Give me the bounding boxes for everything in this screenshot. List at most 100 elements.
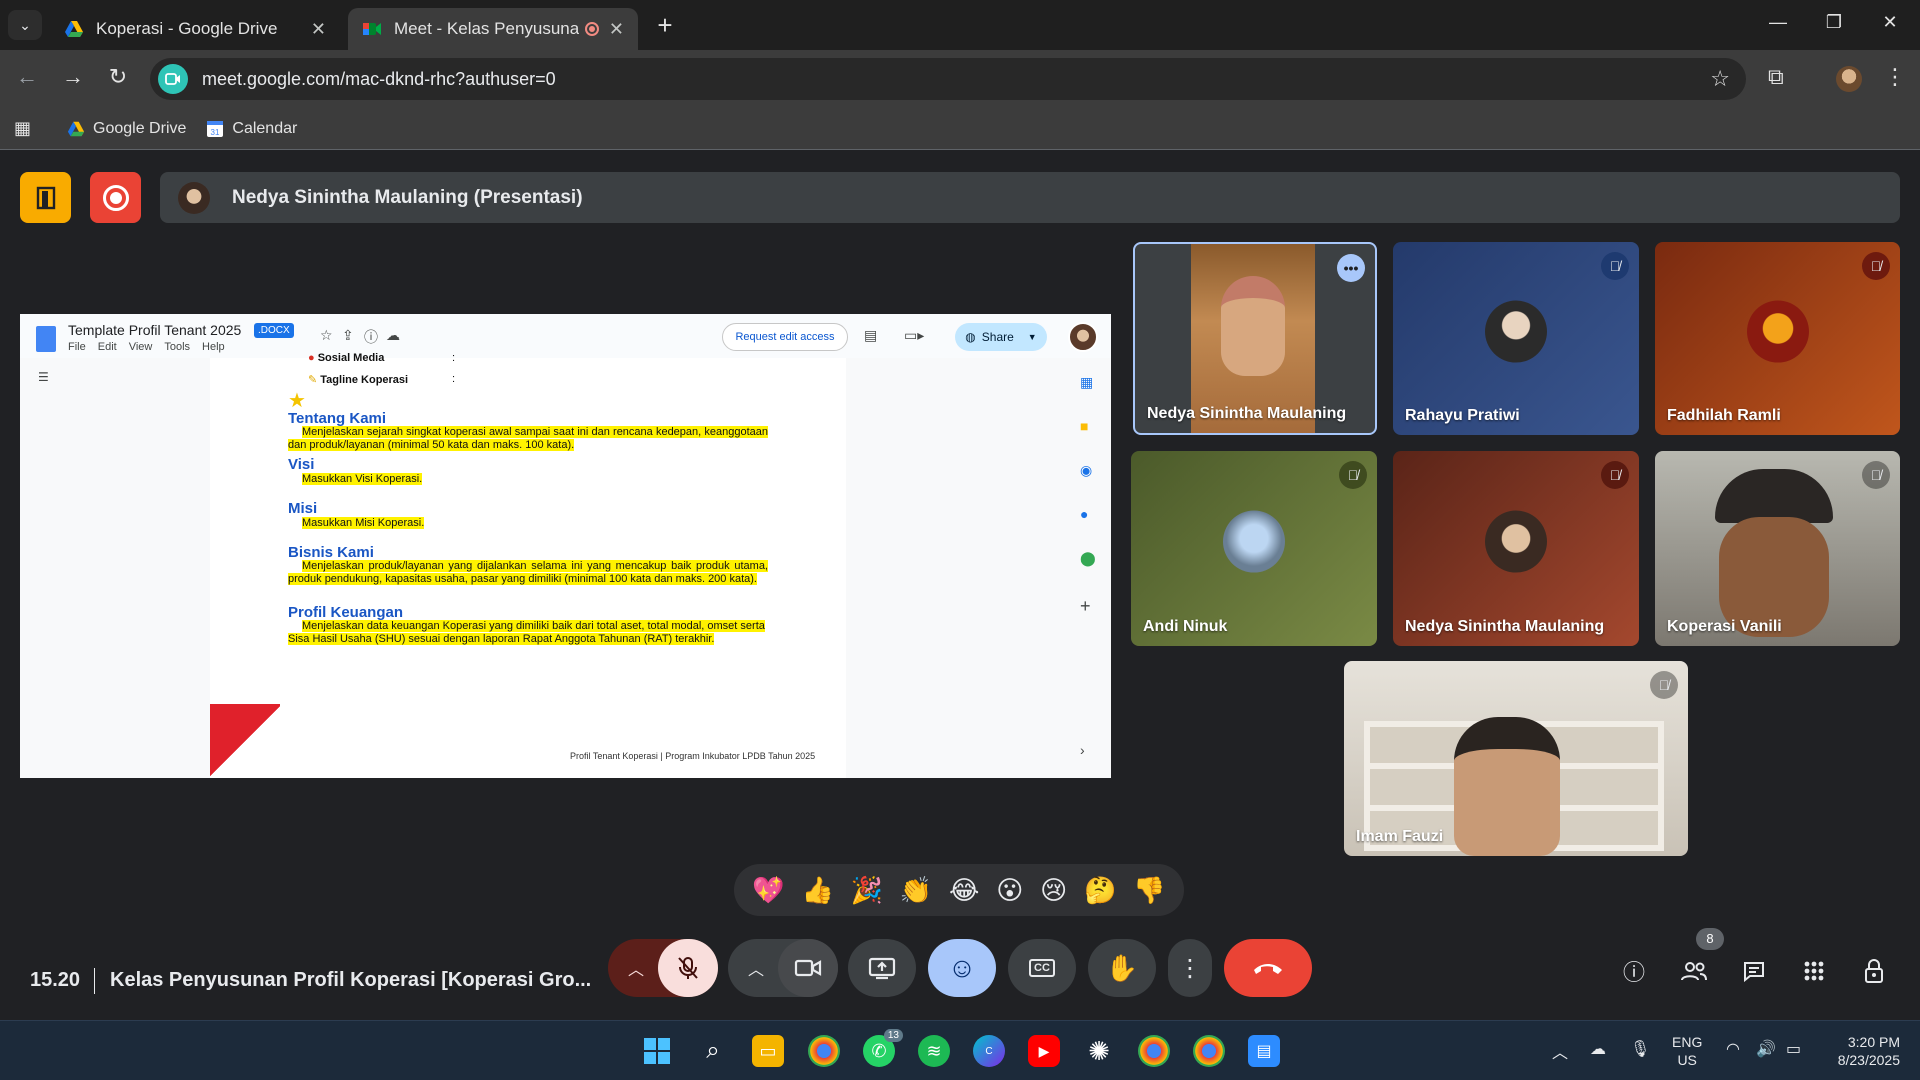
chrome-profile-2-icon[interactable] — [1193, 1035, 1225, 1067]
reaction-surprised[interactable]: 😮 — [996, 875, 1023, 906]
raise-hand-button[interactable]: ✋ — [1088, 939, 1156, 997]
body-tentang-kami: Menjelaskan sejarah singkat koperasi awa… — [288, 426, 768, 452]
restore-icon[interactable]: ❐ — [1814, 12, 1854, 33]
input-language-indicator[interactable]: ENG US — [1672, 1033, 1702, 1069]
participant-tile[interactable]: 🎙̸ Imam Fauzi — [1344, 661, 1688, 856]
participant-name: Rahayu Pratiwi — [1405, 407, 1520, 424]
canva-icon[interactable]: C — [973, 1035, 1005, 1067]
language-code: ENG — [1672, 1034, 1703, 1050]
doc-footer: Profil Tenant Koperasi | Program Inkubat… — [570, 751, 816, 761]
close-tab-icon[interactable]: ✕ — [609, 19, 624, 40]
reaction-laughing[interactable]: 😂 — [949, 875, 979, 906]
more-options-icon[interactable]: ••• — [1337, 254, 1365, 282]
participant-avatar — [1746, 300, 1809, 363]
meeting-details-icon[interactable]: ⓘ — [1617, 954, 1651, 988]
smiley-icon: ☺ — [947, 952, 977, 983]
address-bar[interactable]: meet.google.com/mac-dknd-rhc?authuser=0 … — [150, 58, 1746, 100]
bookmark-calendar[interactable]: 31 Calendar — [206, 120, 297, 138]
microphone-toggle-button[interactable] — [658, 939, 718, 997]
bookmarks-bar: ▦ Google Drive 31 Calendar — [0, 108, 1920, 150]
participant-tile[interactable]: 🎙̸ Rahayu Pratiwi — [1393, 242, 1639, 435]
bookmark-label: Google Drive — [93, 119, 187, 137]
recording-button[interactable] — [90, 172, 141, 223]
svg-text:31: 31 — [211, 128, 220, 137]
chrome-profile-icon[interactable] — [1138, 1035, 1170, 1067]
whatsapp-icon[interactable]: ✆ 13 — [863, 1029, 903, 1067]
tab-google-drive[interactable]: Koperasi - Google Drive ✕ — [50, 8, 340, 50]
audio-options-chevron-icon[interactable]: ︿ — [628, 956, 644, 980]
wifi-icon[interactable]: ◠ — [1726, 1039, 1740, 1059]
leave-call-button[interactable] — [1224, 939, 1312, 997]
extensions-icon[interactable]: ⧉ — [1768, 64, 1784, 90]
closed-captions-icon: CC — [1029, 959, 1055, 977]
spotify-icon[interactable]: ≋ — [918, 1035, 950, 1067]
doc-margin: ☰ — [20, 358, 210, 778]
tab-list-button[interactable]: ⌄ — [8, 10, 42, 40]
participant-tile[interactable]: 🎙̸ Andi Ninuk — [1131, 451, 1377, 646]
forward-icon[interactable]: → — [58, 64, 88, 90]
reaction-party-popper[interactable]: 🎉 — [851, 875, 883, 906]
onedrive-offline-icon[interactable]: ☁ — [1590, 1039, 1606, 1059]
participant-tile[interactable]: 🎙̸ Koperasi Vanili — [1655, 451, 1900, 646]
new-tab-button[interactable]: + — [650, 10, 680, 40]
chat-icon[interactable] — [1737, 954, 1771, 988]
apps-grid-icon[interactable]: ▦ — [14, 118, 31, 139]
close-tab-icon[interactable]: ✕ — [311, 19, 326, 40]
raise-hand-icon: ✋ — [1105, 952, 1139, 983]
activities-grid-icon[interactable] — [1797, 954, 1831, 988]
reaction-clapping[interactable]: 👏 — [900, 875, 932, 906]
camera-toggle-button[interactable] — [778, 939, 838, 997]
reactions-button[interactable]: ☺ — [928, 939, 996, 997]
microphone-tray-icon[interactable]: 🎙 — [1630, 1039, 1650, 1059]
reaction-thumbs-down[interactable]: 👎 — [1133, 875, 1165, 906]
region-code: US — [1677, 1052, 1697, 1068]
system-clock[interactable]: 3:20 PM 8/23/2025 — [1822, 1033, 1900, 1069]
body-bisnis-kami: Menjelaskan produk/layanan yang dijalank… — [288, 560, 768, 586]
notepad-icon[interactable]: ▤ — [1248, 1035, 1280, 1067]
request-edit-access-button: Request edit access — [722, 323, 848, 351]
more-options-button[interactable]: ⋮ — [1168, 939, 1212, 997]
show-hidden-icons-chevron[interactable]: ︿ — [1552, 1039, 1568, 1063]
reaction-thinking[interactable]: 🤔 — [1084, 875, 1116, 906]
meeting-info-door-button[interactable] — [20, 172, 71, 223]
sosial-media-label: Sosial Media — [317, 352, 385, 364]
more-menu-icon[interactable]: ⋮ — [1884, 64, 1906, 90]
youtube-icon[interactable]: ▶ — [1028, 1035, 1060, 1067]
reaction-sparkling-heart[interactable]: 💖 — [752, 875, 784, 906]
chrome-icon[interactable] — [808, 1035, 840, 1067]
doc-menu: File Edit View Tools Help — [68, 341, 225, 353]
reload-icon[interactable]: ↻ — [103, 64, 133, 90]
record-icon — [102, 184, 129, 211]
close-window-icon[interactable]: ✕ — [1870, 12, 1910, 33]
volume-icon[interactable]: 🔊 — [1756, 1039, 1776, 1059]
participant-tile[interactable]: 🎙̸ Nedya Sinintha Maulaning — [1393, 451, 1639, 646]
tab-meet[interactable]: Meet - Kelas Penyusunan Pr ✕ — [348, 8, 638, 50]
tagline-label: Tagline Koperasi — [320, 374, 409, 386]
search-icon[interactable]: ⌕ — [697, 1035, 729, 1067]
profile-avatar[interactable] — [1836, 66, 1862, 92]
captions-button[interactable]: CC — [1008, 939, 1076, 997]
reaction-thumbs-up[interactable]: 👍 — [802, 875, 834, 906]
doc-line-sosial-media: ● Sosial Media — [308, 352, 384, 364]
participant-tile[interactable]: ••• Nedya Sinintha Maulaning — [1133, 242, 1377, 435]
participant-tile[interactable]: 🎙̸ Fadhilah Ramli — [1655, 242, 1900, 435]
keep-side-icon: ■ — [1080, 418, 1089, 434]
site-info-icon[interactable] — [158, 64, 188, 94]
people-icon[interactable] — [1677, 954, 1711, 988]
back-icon[interactable]: ← — [12, 64, 42, 90]
windows-start-icon[interactable] — [641, 1035, 673, 1067]
chatgpt-icon[interactable]: ✺ — [1083, 1035, 1115, 1067]
whatsapp-badge: 13 — [883, 1029, 903, 1042]
present-screen-button[interactable] — [848, 939, 916, 997]
minimize-icon[interactable]: — — [1758, 12, 1798, 33]
bookmark-star-icon[interactable]: ☆ — [1710, 66, 1730, 92]
heading-misi: Misi — [288, 500, 318, 517]
file-explorer-icon[interactable]: ▭ — [752, 1035, 784, 1067]
battery-icon[interactable]: ▭ — [1786, 1039, 1801, 1059]
participant-name: Nedya Sinintha Maulaning — [1147, 405, 1347, 422]
participant-name: Koperasi Vanili — [1667, 618, 1782, 635]
video-options-chevron-icon[interactable]: ︿ — [748, 956, 764, 980]
reaction-crying[interactable]: 😢 — [1040, 875, 1067, 906]
host-controls-lock-icon[interactable] — [1857, 954, 1891, 988]
bookmark-google-drive[interactable]: Google Drive — [67, 120, 186, 138]
